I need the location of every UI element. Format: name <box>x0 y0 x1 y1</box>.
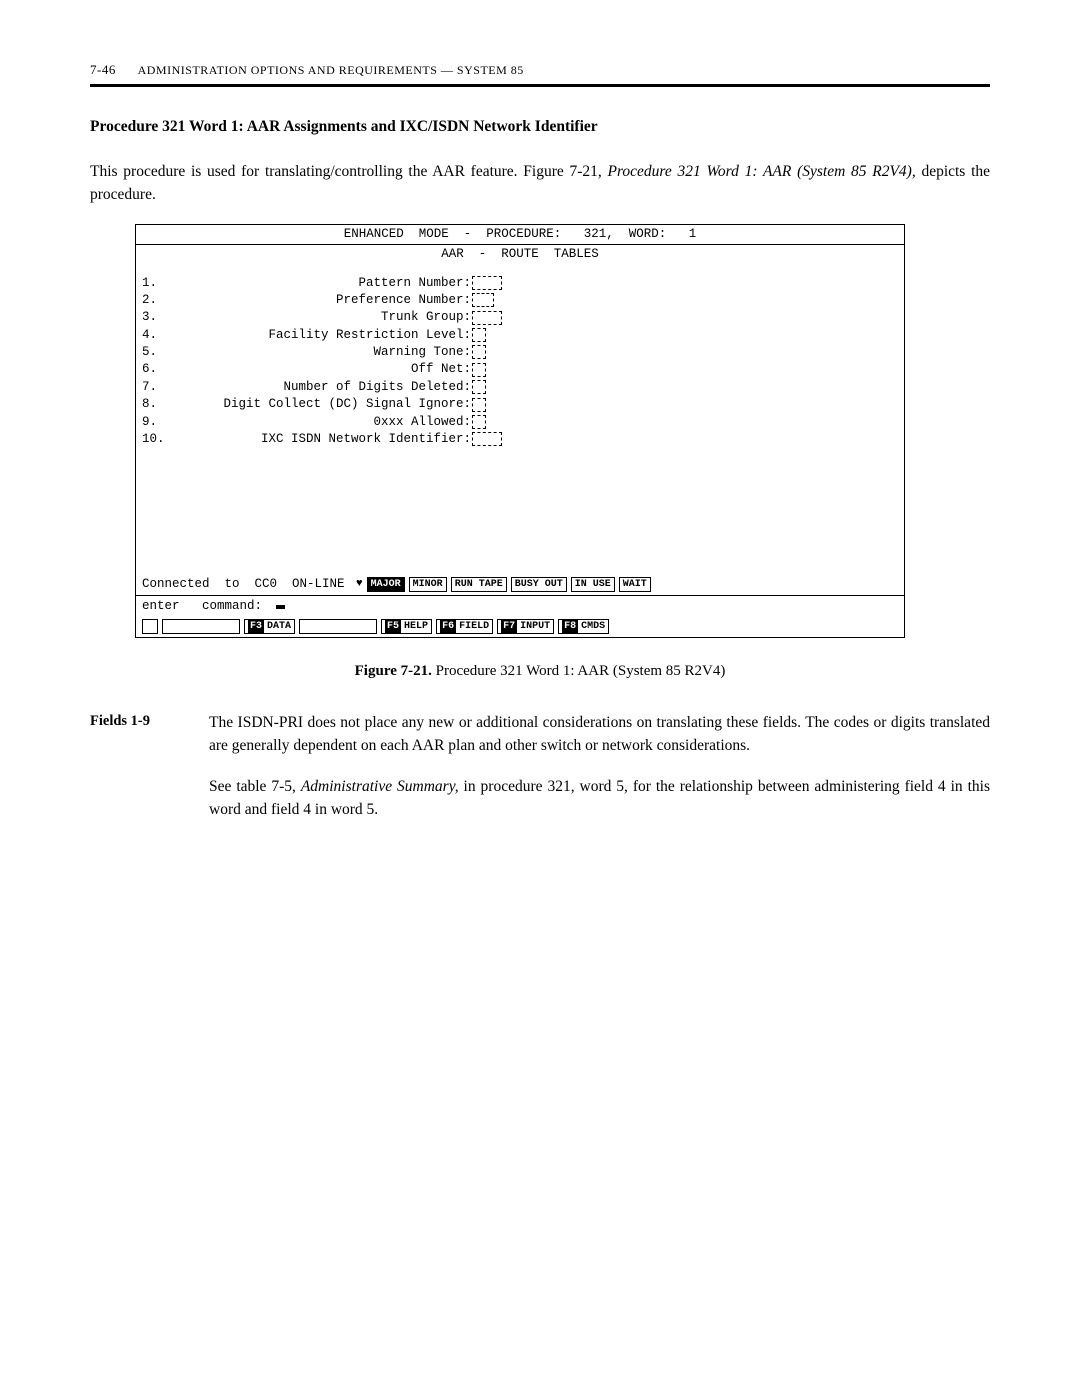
page-number: 7-46 <box>90 60 116 80</box>
field-input[interactable] <box>472 293 494 307</box>
status-row: Connected to CC0 ON-LINE ♥ MAJOR MINOR R… <box>136 574 904 595</box>
field-row: 3. Trunk Group: <box>142 309 898 326</box>
status-text: Connected to CC0 ON-LINE <box>142 576 352 593</box>
status-chip-busyout: BUSY OUT <box>511 577 567 592</box>
fkey-slot <box>162 619 240 634</box>
field-input[interactable] <box>472 276 502 290</box>
intro-italic: Procedure 321 Word 1: AAR (System 85 R2V… <box>607 163 915 180</box>
command-row: enter command: <box>136 595 904 617</box>
fkey-row: F3DATA F5HELP F6FIELD F7INPUT F8CMDS <box>136 617 904 637</box>
field-desc-body: The ISDN-PRI does not place any new or a… <box>209 711 990 840</box>
fkey-tag: F3 <box>248 620 264 633</box>
fkey-f3[interactable]: F3DATA <box>244 619 295 634</box>
command-label: enter command: <box>142 598 270 615</box>
field-label: Trunk Group: <box>172 309 472 326</box>
fkey-label: HELP <box>404 620 428 633</box>
terminal-top-line: ENHANCED MODE - PROCEDURE: 321, WORD: 1 <box>136 225 904 245</box>
figure-caption-rest: Procedure 321 Word 1: AAR (System 85 R2V… <box>432 663 726 679</box>
field-desc-label: Fields 1-9 <box>90 711 175 840</box>
section-title: Procedure 321 Word 1: AAR Assignments an… <box>90 115 990 138</box>
field-row: 4. Facility Restriction Level: <box>142 327 898 344</box>
field-label: IXC ISDN Network Identifier: <box>172 431 472 448</box>
figure-caption-bold: Figure 7-21. <box>355 663 432 679</box>
fkey-f7[interactable]: F7INPUT <box>497 619 554 634</box>
field-label: Preference Number: <box>172 292 472 309</box>
field-number: 3. <box>142 309 172 326</box>
field-number: 4. <box>142 327 172 344</box>
field-number: 10. <box>142 431 172 448</box>
page-header: 7-46 ADMINISTRATION OPTIONS AND REQUIREM… <box>90 60 990 87</box>
desc-p2-pre: See table 7-5, <box>209 778 301 795</box>
field-number: 5. <box>142 344 172 361</box>
terminal-figure: ENHANCED MODE - PROCEDURE: 321, WORD: 1 … <box>135 224 990 638</box>
status-chip-minor: MINOR <box>409 577 447 592</box>
field-input[interactable] <box>472 328 486 342</box>
field-label: Pattern Number: <box>172 275 472 292</box>
field-label: 0xxx Allowed: <box>172 414 472 431</box>
field-row: 2. Preference Number: <box>142 292 898 309</box>
page-header-title: ADMINISTRATION OPTIONS AND REQUIREMENTS … <box>138 63 524 77</box>
intro-paragraph: This procedure is used for translating/c… <box>90 160 990 207</box>
status-chip-inuse: IN USE <box>571 577 615 592</box>
fkey-slot <box>299 619 377 634</box>
fkey-label: CMDS <box>581 620 605 633</box>
field-input[interactable] <box>472 432 502 446</box>
field-number: 6. <box>142 361 172 378</box>
fkey-f8[interactable]: F8CMDS <box>558 619 609 634</box>
status-chip-major: MAJOR <box>367 577 405 592</box>
fkey-f5[interactable]: F5HELP <box>381 619 432 634</box>
field-input[interactable] <box>472 311 502 325</box>
terminal-body: 1. Pattern Number: 2. Preference Number:… <box>136 264 904 574</box>
intro-pre: This procedure is used for translating/c… <box>90 163 607 180</box>
field-input[interactable] <box>472 398 486 412</box>
field-input[interactable] <box>472 380 486 394</box>
field-label: Facility Restriction Level: <box>172 327 472 344</box>
field-number: 2. <box>142 292 172 309</box>
field-row: 10. IXC ISDN Network Identifier: <box>142 431 898 448</box>
fkey-label: INPUT <box>520 620 550 633</box>
field-label: Number of Digits Deleted: <box>172 379 472 396</box>
field-number: 1. <box>142 275 172 292</box>
cursor-icon <box>276 605 285 609</box>
field-row: 8. Digit Collect (DC) Signal Ignore: <box>142 396 898 413</box>
field-row: 5. Warning Tone: <box>142 344 898 361</box>
field-input[interactable] <box>472 363 486 377</box>
fkey-label: FIELD <box>459 620 489 633</box>
fkey-tag: F5 <box>385 620 401 633</box>
field-number: 7. <box>142 379 172 396</box>
field-row: 6. Off Net: <box>142 361 898 378</box>
heart-icon: ♥ <box>356 577 363 592</box>
field-label: Warning Tone: <box>172 344 472 361</box>
terminal-screen: ENHANCED MODE - PROCEDURE: 321, WORD: 1 … <box>135 224 905 638</box>
field-description: Fields 1-9 The ISDN-PRI does not place a… <box>90 711 990 840</box>
fkey-tag: F8 <box>562 620 578 633</box>
status-chip-runtape: RUN TAPE <box>451 577 507 592</box>
desc-paragraph-1: The ISDN-PRI does not place any new or a… <box>209 711 990 758</box>
fkey-tag: F6 <box>440 620 456 633</box>
desc-paragraph-2: See table 7-5, Administrative Summary, i… <box>209 775 990 822</box>
page-header-line: 7-46 ADMINISTRATION OPTIONS AND REQUIREM… <box>90 60 990 80</box>
field-number: 9. <box>142 414 172 431</box>
terminal-subtitle: AAR - ROUTE TABLES <box>136 245 904 264</box>
field-input[interactable] <box>472 415 486 429</box>
field-row: 9. 0xxx Allowed: <box>142 414 898 431</box>
fkey-tag: F7 <box>501 620 517 633</box>
desc-p2-ital: Administrative Summary, <box>301 778 459 795</box>
status-chip-wait: WAIT <box>619 577 651 592</box>
fkey-slot <box>142 619 158 634</box>
field-row: 7. Number of Digits Deleted: <box>142 379 898 396</box>
field-input[interactable] <box>472 345 486 359</box>
figure-caption: Figure 7-21. Procedure 321 Word 1: AAR (… <box>90 660 990 683</box>
field-number: 8. <box>142 396 172 413</box>
fkey-label: DATA <box>267 620 291 633</box>
fkey-f6[interactable]: F6FIELD <box>436 619 493 634</box>
field-row: 1. Pattern Number: <box>142 275 898 292</box>
field-label: Off Net: <box>172 361 472 378</box>
field-label: Digit Collect (DC) Signal Ignore: <box>172 396 472 413</box>
